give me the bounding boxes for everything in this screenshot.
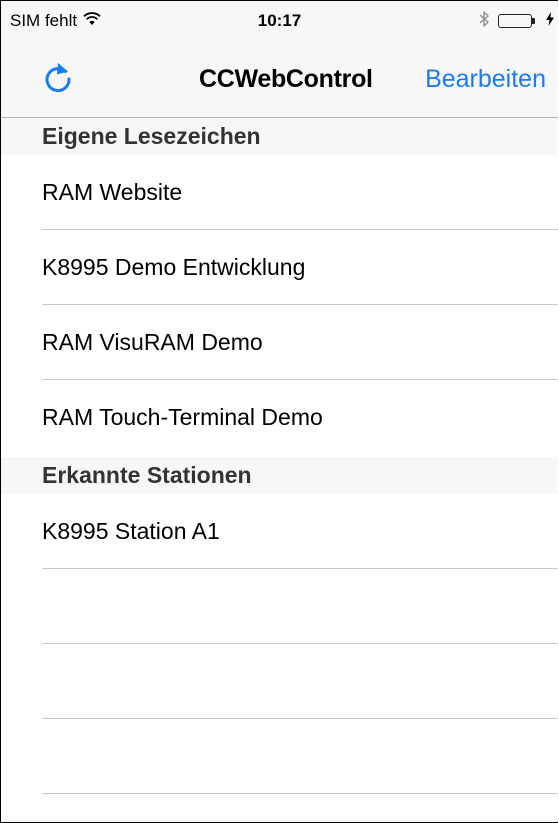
list-item[interactable]: RAM VisuRAM Demo bbox=[1, 305, 558, 380]
list-item[interactable]: RAM Website bbox=[1, 155, 558, 230]
list-item-label: RAM VisuRAM Demo bbox=[42, 329, 263, 355]
bluetooth-icon bbox=[479, 10, 490, 31]
empty-row bbox=[1, 644, 558, 719]
empty-row bbox=[1, 719, 558, 794]
refresh-icon bbox=[45, 63, 71, 92]
page-title: CCWebControl bbox=[199, 65, 373, 93]
list-item[interactable]: K8995 Demo Entwicklung bbox=[1, 230, 558, 305]
list-item[interactable]: RAM Touch-Terminal Demo bbox=[1, 380, 558, 455]
section-header-stations: Erkannte Stationen bbox=[1, 457, 558, 494]
list-item-label: RAM Touch-Terminal Demo bbox=[42, 404, 323, 430]
empty-row bbox=[1, 569, 558, 644]
edit-button[interactable]: Bearbeiten bbox=[425, 65, 546, 94]
list-item-label: K8995 Station A1 bbox=[42, 518, 220, 544]
section-header-bookmarks: Eigene Lesezeichen bbox=[1, 118, 558, 155]
list-item[interactable]: K8995 Station A1 bbox=[1, 494, 558, 569]
app-screen: SIM fehlt 10:17 CCWebControl Bearbeiten … bbox=[0, 0, 558, 823]
charging-icon bbox=[546, 11, 554, 30]
list-item-label: K8995 Demo Entwicklung bbox=[42, 254, 306, 280]
row-separator bbox=[42, 793, 558, 794]
status-time: 10:17 bbox=[257, 11, 302, 30]
status-bar: SIM fehlt 10:17 bbox=[1, 1, 558, 41]
battery-icon bbox=[498, 13, 535, 28]
navigation-bar: CCWebControl Bearbeiten bbox=[1, 41, 558, 118]
list-item-label: RAM Website bbox=[42, 179, 183, 205]
refresh-button[interactable] bbox=[38, 59, 78, 99]
status-right bbox=[479, 10, 554, 31]
